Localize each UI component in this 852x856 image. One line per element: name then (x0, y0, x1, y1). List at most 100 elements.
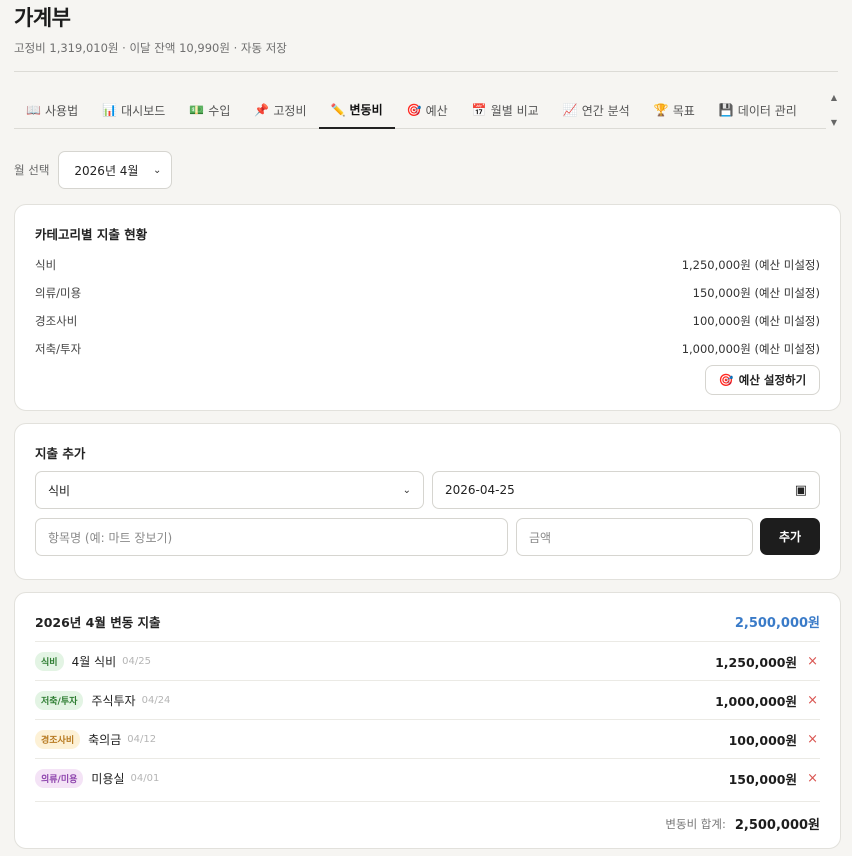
category-name: 의류/미용 (35, 286, 82, 300)
delete-icon[interactable]: × (807, 732, 818, 747)
amount-input[interactable]: 금액 (516, 518, 753, 556)
bar-chart-icon: 📊 (102, 103, 118, 117)
item-name-placeholder: 항목명 (예: 마트 장보기) (48, 530, 173, 545)
expense-row: 의류/미용 미용실 04/01 150,000원 × (35, 759, 820, 798)
floppy-disk-icon: 💾 (718, 103, 734, 117)
tab-variable-expense[interactable]: ✏️ 변동비 (318, 92, 395, 129)
tab-dashboard[interactable]: 📊 대시보드 (90, 92, 177, 128)
expense-amount: 1,000,000원 (715, 694, 797, 709)
category-value: 100,000원 (예산 미설정) (692, 314, 820, 328)
expense-name: 주식투자 (91, 694, 136, 708)
expense-name: 미용실 (91, 772, 125, 786)
list-divider (35, 801, 820, 802)
scroll-up-icon[interactable]: ▲ (831, 92, 837, 104)
category-badge: 의류/미용 (35, 769, 84, 788)
pushpin-icon: 📌 (254, 103, 270, 117)
category-row: 식비 1,250,000원 (예산 미설정) (35, 257, 820, 273)
category-row: 경조사비 100,000원 (예산 미설정) (35, 313, 820, 329)
tab-guide[interactable]: 📖 사용법 (14, 92, 90, 128)
tab-scroll-control[interactable]: ▲ ▼ (826, 92, 842, 129)
expense-amount: 100,000원 (728, 733, 797, 748)
category-status-title: 카테고리별 지출 현황 (35, 227, 148, 242)
pencil-icon: ✏️ (330, 102, 346, 117)
tab-label: 월별 비교 (490, 103, 539, 118)
money-icon: 💵 (189, 103, 205, 117)
sum-value: 2,500,000원 (734, 818, 820, 833)
category-badge: 경조사비 (35, 730, 81, 749)
tab-monthly-compare[interactable]: 📅 월별 비교 (460, 92, 551, 128)
tab-income[interactable]: 💵 수입 (177, 92, 242, 128)
category-name: 경조사비 (35, 314, 78, 328)
category-value: 1,000,000원 (예산 미설정) (681, 342, 820, 356)
delete-icon[interactable]: × (807, 654, 818, 669)
chevron-down-icon: ⌄ (402, 484, 411, 496)
date-input[interactable]: 2026-04-25 ▣ (432, 471, 820, 509)
month-selector-row: 월 선택 2026년 4월 ⌄ (14, 151, 173, 189)
target-icon: 🎯 (406, 103, 422, 117)
month-select[interactable]: 2026년 4월 ⌄ (58, 151, 173, 189)
category-badge: 식비 (35, 652, 64, 671)
calendar-picker-icon[interactable]: ▣ (795, 483, 807, 498)
category-value: 150,000원 (예산 미설정) (692, 286, 820, 300)
tab-label: 고정비 (273, 103, 307, 118)
tab-label: 예산 (425, 103, 448, 118)
delete-icon[interactable]: × (807, 693, 818, 708)
sum-label: 변동비 합계: (665, 816, 726, 831)
item-name-input[interactable]: 항목명 (예: 마트 장보기) (35, 518, 508, 556)
tab-goals[interactable]: 🏆 목표 (642, 92, 707, 128)
trophy-icon: 🏆 (653, 103, 669, 117)
category-row: 저축/투자 1,000,000원 (예산 미설정) (35, 341, 820, 357)
header-divider (14, 71, 838, 72)
tab-label: 사용법 (45, 103, 79, 118)
category-row: 의류/미용 150,000원 (예산 미설정) (35, 285, 820, 301)
expense-date: 04/12 (127, 734, 157, 745)
set-budget-label: 예산 설정하기 (738, 373, 807, 387)
app-title: 가계부 (14, 6, 71, 30)
trend-chart-icon: 📈 (562, 103, 578, 117)
add-expense-card: 지출 추가 식비 ⌄ 2026-04-25 ▣ 항목명 (예: 마트 장보기) … (14, 423, 841, 580)
expense-name: 4월 식비 (71, 655, 117, 669)
delete-icon[interactable]: × (807, 771, 818, 786)
tab-label: 연간 분석 (581, 103, 630, 118)
expense-list-total: 2,500,000원 (734, 616, 820, 631)
app-header: 가계부 고정비 1,319,010원 · 이달 잔액 10,990원 · 자동 … (14, 4, 838, 56)
chevron-down-icon: ⌄ (153, 164, 162, 176)
tab-label: 수입 (208, 103, 231, 118)
expense-date: 04/01 (130, 773, 160, 784)
category-badge: 저축/투자 (35, 691, 84, 710)
tab-bar: 📖 사용법 📊 대시보드 💵 수입 📌 고정비 ✏️ 변동비 🎯 예산 📅 월별 비교 📈 연간… (14, 92, 826, 129)
expense-row: 식비 4월 식비 04/25 1,250,000원 × (35, 642, 820, 681)
tab-fixed-expense[interactable]: 📌 고정비 (242, 92, 318, 128)
scroll-down-icon[interactable]: ▼ (831, 117, 837, 129)
calendar-icon: 📅 (471, 103, 487, 117)
category-name: 저축/투자 (35, 342, 82, 356)
tab-label: 대시보드 (121, 103, 166, 118)
expense-date: 04/24 (141, 695, 171, 706)
month-label: 월 선택 (14, 163, 50, 177)
month-select-value: 2026년 4월 (74, 163, 139, 178)
variable-expense-sum: 변동비 합계: 2,500,000원 (665, 814, 820, 834)
set-budget-button[interactable]: 🎯 예산 설정하기 (705, 365, 820, 395)
tab-label: 변동비 (349, 103, 383, 117)
tab-label: 데이터 관리 (737, 103, 797, 118)
book-icon: 📖 (26, 103, 41, 117)
expense-row: 경조사비 축의금 04/12 100,000원 × (35, 720, 820, 759)
target-icon: 🎯 (718, 373, 734, 387)
add-expense-button[interactable]: 추가 (760, 518, 820, 555)
expense-row: 저축/투자 주식투자 04/24 1,000,000원 × (35, 681, 820, 720)
expense-name: 축의금 (88, 733, 122, 747)
expense-amount: 150,000원 (728, 772, 797, 787)
category-select[interactable]: 식비 ⌄ (35, 471, 424, 509)
tab-annual-analysis[interactable]: 📈 연간 분석 (551, 92, 642, 128)
tab-budget[interactable]: 🎯 예산 (395, 92, 460, 128)
amount-placeholder: 금액 (529, 530, 552, 545)
tab-data-management[interactable]: 💾 데이터 관리 (707, 92, 809, 128)
expense-list-card: 2026년 4월 변동 지출 2,500,000원 식비 4월 식비 04/25… (14, 592, 841, 849)
tab-label: 목표 (672, 103, 695, 118)
expense-amount: 1,250,000원 (715, 655, 797, 670)
category-status-card: 카테고리별 지출 현황 식비 1,250,000원 (예산 미설정) 의류/미용… (14, 204, 841, 411)
app-subtitle: 고정비 1,319,010원 · 이달 잔액 10,990원 · 자동 저장 (14, 41, 287, 55)
category-value: 1,250,000원 (예산 미설정) (681, 258, 820, 272)
add-expense-title: 지출 추가 (35, 446, 86, 461)
expense-date: 04/25 (122, 656, 151, 667)
